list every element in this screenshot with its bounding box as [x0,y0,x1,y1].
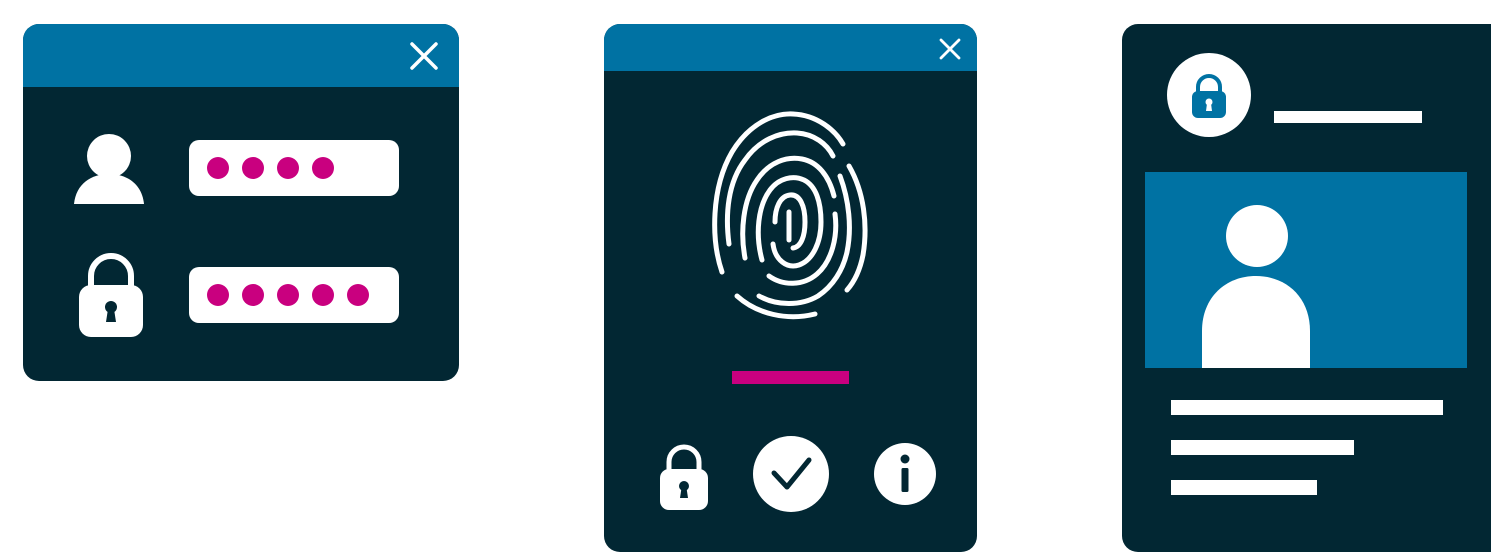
close-icon [410,42,438,70]
lock-badge [1167,53,1251,137]
fingerprint-card [604,24,977,552]
info-button[interactable] [873,442,937,511]
profile-card [1122,24,1491,552]
lock-icon [1192,74,1226,118]
check-icon [753,436,829,512]
username-dot [312,157,334,179]
scan-progress-bar [732,371,849,384]
profile-detail-line-2 [1171,440,1354,455]
fingerprint-close-button[interactable] [939,38,961,60]
password-dot [207,284,229,306]
profile-detail-line-3 [1171,480,1317,495]
user-icon [1202,205,1310,368]
confirm-button[interactable] [752,435,830,518]
profile-detail-line-1 [1171,400,1443,415]
password-dot [277,284,299,306]
login-card-titlebar [23,24,459,87]
user-icon [74,134,144,204]
profile-name-line [1274,111,1422,123]
profile-photo [1145,172,1467,368]
login-close-button[interactable] [409,41,439,71]
lock-icon [79,253,143,337]
username-field[interactable] [189,140,399,196]
fingerprint-icon [712,111,868,320]
lock-button[interactable] [658,442,710,517]
scan-progress-fill [732,371,849,384]
password-dot [347,284,369,306]
password-dot [242,284,264,306]
fingerprint-card-titlebar [604,24,977,71]
password-dot [312,284,334,306]
username-dot [242,157,264,179]
password-masked-value [207,284,369,306]
username-dot [207,157,229,179]
close-icon [939,38,961,60]
lock-icon [660,444,708,510]
password-field[interactable] [189,267,399,323]
info-icon [874,443,936,505]
login-card [23,24,459,381]
username-dot [277,157,299,179]
username-masked-value [207,157,334,179]
